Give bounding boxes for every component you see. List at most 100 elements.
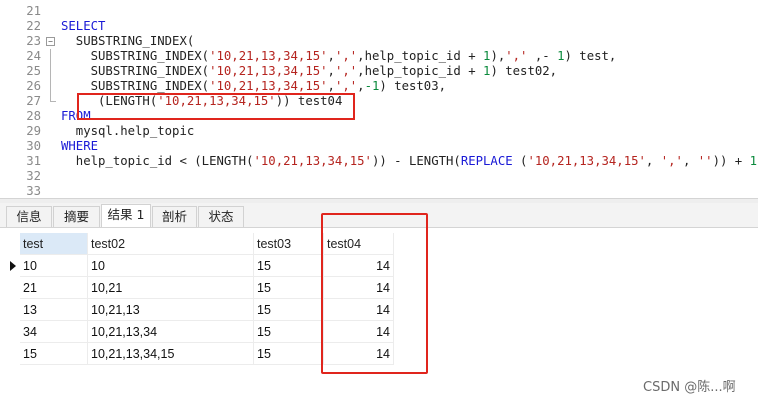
sql-token: SUBSTRING_INDEX( <box>61 64 210 78</box>
fold-gutter <box>46 124 55 139</box>
grid-cell[interactable]: 10,21 <box>88 277 254 299</box>
grid-cell[interactable]: 15 <box>254 321 324 343</box>
fold-end-guide <box>46 94 56 109</box>
sql-token: , <box>327 79 335 93</box>
sql-string: ',' <box>334 49 358 63</box>
grid-cell[interactable]: 15 <box>254 277 324 299</box>
sql-token: )) - LENGTH( <box>371 154 461 168</box>
tab-profile[interactable]: 剖析 <box>152 206 197 227</box>
line-number: 25 <box>26 64 41 78</box>
code-text: help_topic_id < (LENGTH('10,21,13,34,15'… <box>61 154 758 169</box>
highlight-box-test04-column <box>321 213 428 374</box>
sql-number: 1 <box>749 154 758 168</box>
code-text: WHERE <box>61 139 98 154</box>
sql-token: ) test02, <box>490 64 558 78</box>
line-number: 33 <box>26 184 41 198</box>
sql-token: , <box>327 49 335 63</box>
sql-token: ,help_topic_id + <box>357 49 484 63</box>
grid-cell[interactable]: 15 <box>254 255 324 277</box>
tab-info[interactable]: 信息 <box>6 206 52 227</box>
grid-cell[interactable]: 15 <box>254 343 324 365</box>
line-number: 30 <box>26 139 41 153</box>
fold-minus-icon[interactable]: − <box>46 34 55 49</box>
line-number: 28 <box>26 109 41 123</box>
fold-gutter <box>46 184 55 199</box>
tab-status[interactable]: 状态 <box>198 206 244 227</box>
sql-token: ), <box>490 49 506 63</box>
fold-guide <box>46 79 55 94</box>
grid-cell[interactable]: 15 <box>20 343 88 365</box>
sql-string: ',' <box>505 49 528 63</box>
line-number: 29 <box>26 124 41 138</box>
fold-gutter <box>46 109 55 124</box>
grid-cell[interactable]: 34 <box>20 321 88 343</box>
fold-gutter <box>46 154 55 169</box>
column-header-test02[interactable]: test02 <box>88 233 254 255</box>
code-text: SUBSTRING_INDEX('10,21,13,34,15',',',hel… <box>61 64 557 79</box>
sql-token: SUBSTRING_INDEX( <box>61 79 210 93</box>
line-number: 22 <box>26 19 41 33</box>
sql-token: )) + <box>712 154 750 168</box>
sql-token: , <box>357 79 365 93</box>
sql-token: , <box>682 154 698 168</box>
line-number: 23 <box>26 34 41 48</box>
code-text: SUBSTRING_INDEX('10,21,13,34,15',',',hel… <box>61 49 617 64</box>
current-row-arrow-icon <box>10 261 16 271</box>
grid-cell[interactable]: 10 <box>88 255 254 277</box>
sql-number: 1 <box>557 49 565 63</box>
tab-summary[interactable]: 摘要 <box>53 206 100 227</box>
line-number: 31 <box>26 154 41 168</box>
code-text: SUBSTRING_INDEX( <box>61 34 194 49</box>
sql-number: -1 <box>364 79 380 93</box>
column-header-test03[interactable]: test03 <box>254 233 324 255</box>
grid-cell[interactable]: 15 <box>254 299 324 321</box>
sql-string: '10,21,13,34,15' <box>209 49 328 63</box>
line-number: 26 <box>26 79 41 93</box>
column-header-test[interactable]: test <box>20 233 88 255</box>
sql-token: ,- <box>527 49 558 63</box>
sql-string: ',' <box>660 154 683 168</box>
sql-token: ) test, <box>564 49 617 63</box>
grid-cell[interactable]: 21 <box>20 277 88 299</box>
watermark: CSDN @陈...啊 <box>643 380 736 395</box>
grid-cell[interactable]: 10,21,13,34 <box>88 321 254 343</box>
fold-gutter <box>46 19 55 34</box>
sql-keyword: REPLACE <box>460 154 513 168</box>
sql-token: help_topic_id < (LENGTH( <box>61 154 254 168</box>
fold-guide <box>46 49 55 64</box>
line-number: 24 <box>26 49 41 63</box>
sql-token: ( <box>512 154 528 168</box>
line-number: 27 <box>26 94 41 108</box>
code-text: mysql.help_topic <box>61 124 194 139</box>
sql-token: , <box>327 64 335 78</box>
code-text: SUBSTRING_INDEX('10,21,13,34,15',',',-1)… <box>61 79 446 94</box>
sql-string: '10,21,13,34,15' <box>209 79 328 93</box>
sql-token: , <box>645 154 661 168</box>
sql-string: ',' <box>334 64 358 78</box>
line-number: 32 <box>26 169 41 183</box>
sql-token: SUBSTRING_INDEX( <box>61 34 195 48</box>
line-number: 21 <box>26 4 41 18</box>
sql-token: mysql.help_topic <box>61 124 195 138</box>
fold-gutter <box>46 169 55 184</box>
fold-guide <box>46 64 55 79</box>
grid-cell[interactable]: 13 <box>20 299 88 321</box>
code-text: SELECT <box>61 19 105 34</box>
sql-string: '10,21,13,34,15' <box>209 64 328 78</box>
sql-token: ,help_topic_id + <box>357 64 484 78</box>
highlight-box-test04-expression <box>77 93 355 120</box>
fold-gutter <box>46 139 55 154</box>
fold-gutter <box>46 4 55 19</box>
sql-token: SUBSTRING_INDEX( <box>61 49 210 63</box>
sql-keyword: WHERE <box>61 139 99 153</box>
grid-cell[interactable]: 10 <box>20 255 88 277</box>
sql-string: '10,21,13,34,15' <box>527 154 646 168</box>
sql-string: '' <box>697 154 713 168</box>
grid-cell[interactable]: 10,21,13 <box>88 299 254 321</box>
grid-cell[interactable]: 10,21,13,34,15 <box>88 343 254 365</box>
tab-result-1[interactable]: 结果 1 <box>101 204 151 227</box>
sql-keyword: SELECT <box>61 19 106 33</box>
sql-string: '10,21,13,34,15' <box>253 154 372 168</box>
sql-token: ) test03, <box>379 79 447 93</box>
sql-string: ',' <box>334 79 358 93</box>
